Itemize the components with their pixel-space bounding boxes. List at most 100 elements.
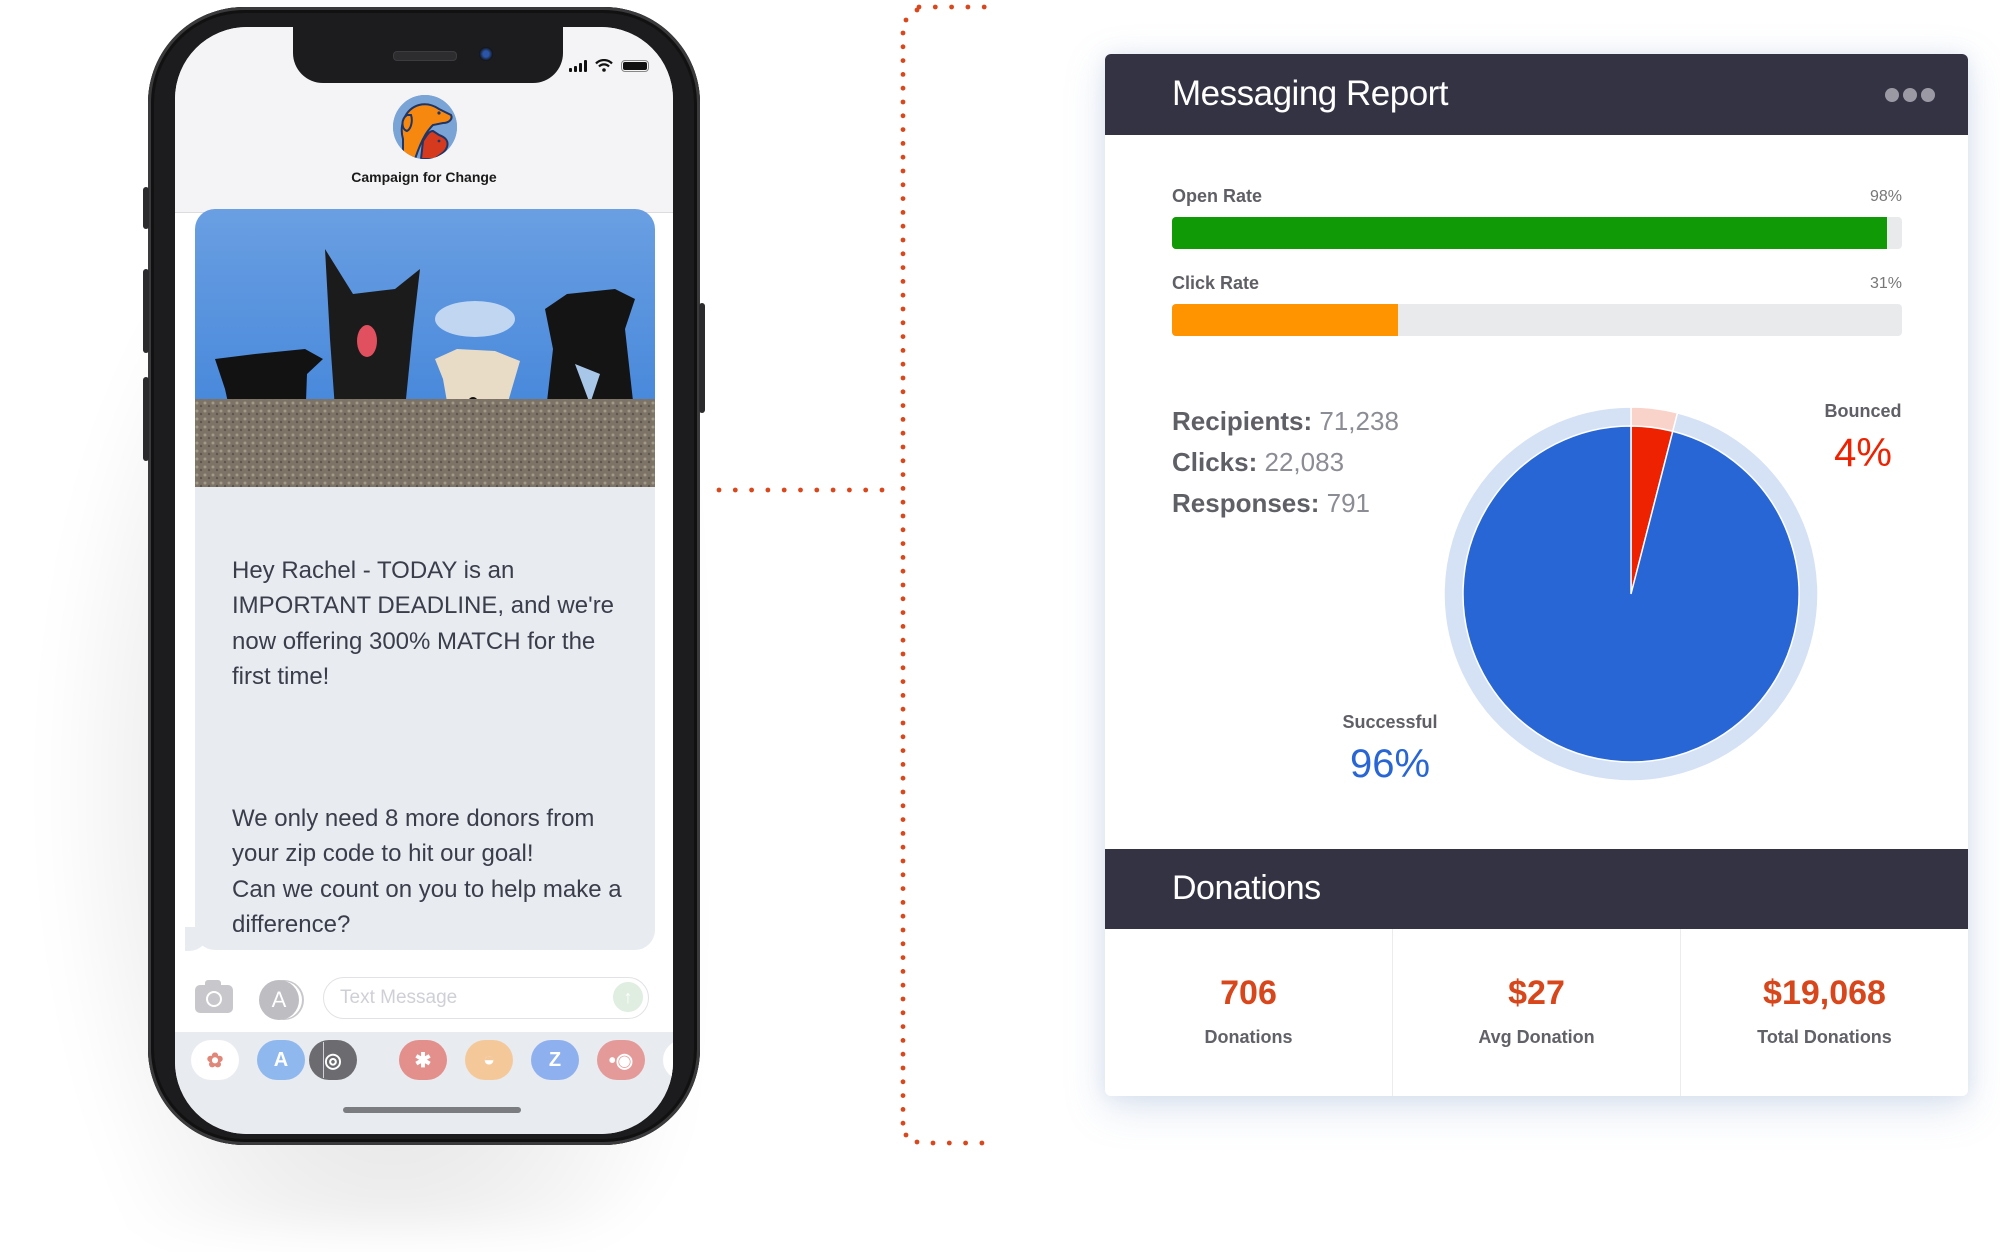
app-scale-icon[interactable]: ◒ — [465, 1040, 513, 1080]
connector-dot — [900, 499, 906, 505]
app-store-icon[interactable]: A — [259, 980, 299, 1020]
connector-dot — [900, 1079, 906, 1085]
app-drawer-divider — [323, 1042, 324, 1078]
connector-dot — [949, 4, 954, 10]
connector-dot — [716, 487, 722, 493]
connector-dot — [900, 389, 906, 395]
connector-dot — [900, 168, 906, 174]
connector-dot — [900, 679, 906, 684]
donations-header: Donations — [1105, 849, 1968, 929]
message-paragraph: Hey Rachel - TODAY is an IMPORTANT DEADL… — [232, 556, 615, 691]
connector-dot — [914, 7, 920, 13]
donations-count-label: Donations — [1204, 1027, 1293, 1047]
connector-dot — [749, 487, 754, 493]
connector-dot — [879, 487, 885, 493]
connector-dot — [900, 1010, 906, 1016]
connector-dot — [900, 320, 906, 326]
connector-dot — [900, 789, 906, 795]
connector-dot — [900, 706, 906, 712]
connector-dot — [900, 430, 906, 436]
app-music-icon[interactable]: •◉ — [597, 1040, 645, 1080]
cellular-signal-icon — [569, 60, 587, 72]
connector-dot — [900, 1065, 906, 1071]
successful-value: 96% — [1349, 742, 1431, 786]
connector-dot — [900, 1107, 906, 1112]
connector-dot — [903, 1132, 909, 1138]
notch — [293, 27, 563, 83]
connector-dot — [900, 237, 906, 243]
connector-dot — [900, 734, 906, 740]
app-activity-icon[interactable]: ◎ — [309, 1040, 357, 1080]
connector-dot — [900, 624, 906, 629]
compose-row: A Text Message ↑ — [175, 977, 673, 1022]
phone-mockup: Campaign for Change Hey Rachel - TODAY i… — [143, 7, 705, 1145]
connector-dot — [916, 4, 922, 10]
contact-avatar[interactable] — [393, 95, 457, 159]
connector-dot — [963, 1140, 968, 1146]
battery-icon — [621, 60, 649, 72]
connector-dot — [900, 334, 906, 339]
connector-dot — [900, 955, 906, 960]
connector-dot — [979, 1140, 985, 1146]
power-button — [699, 303, 705, 413]
messaging-report-panel: Messaging Report Open Rate 98% Click Rat… — [1105, 54, 1968, 1096]
connector-dot — [900, 555, 906, 560]
connector-dot — [900, 30, 906, 36]
app-more-icon[interactable]: ☐ — [663, 1040, 673, 1080]
connector-dot — [798, 487, 803, 493]
connector-dot — [900, 265, 906, 270]
connector-dot — [900, 844, 906, 850]
connector-dot — [930, 1140, 936, 1146]
camera-icon[interactable] — [195, 980, 233, 1013]
connector-dot — [900, 210, 906, 215]
connector-dot — [900, 996, 906, 1002]
app-app-store-icon[interactable]: A — [257, 1040, 305, 1080]
connector-dot — [900, 913, 906, 919]
app-zillow-icon[interactable]: Z — [531, 1040, 579, 1080]
connector-dot — [903, 17, 909, 23]
bounced-value: 4% — [1834, 431, 1892, 475]
status-bar — [569, 59, 649, 72]
phone-screen: Campaign for Change Hey Rachel - TODAY i… — [175, 27, 673, 1134]
connector-dot — [900, 361, 906, 367]
pie-slice-successful[interactable] — [1462, 425, 1800, 763]
connector-dot — [830, 487, 836, 493]
contact-name: Campaign for Change — [351, 169, 497, 185]
connector-dot — [900, 375, 906, 381]
dog-logo-icon — [393, 95, 457, 159]
connector-dot — [900, 127, 906, 132]
connector-dot — [900, 154, 906, 160]
successful-label: Successful — [1342, 712, 1438, 732]
volume-down-button — [143, 377, 149, 461]
wifi-icon — [595, 59, 613, 72]
app-yelp-icon[interactable]: ✱ — [399, 1040, 447, 1080]
connector-dot — [900, 251, 906, 257]
message-paragraph: We only need 8 more donors from your zip… — [232, 804, 622, 939]
arrow-up-icon[interactable]: ↑ — [613, 982, 643, 1012]
connector-dot — [900, 665, 906, 671]
app-photos-icon[interactable]: ✿ — [191, 1040, 239, 1080]
connector-dot — [900, 886, 906, 891]
avg-donation-value: $27 — [1508, 974, 1565, 1012]
text-message-input[interactable]: Text Message — [323, 977, 649, 1019]
connector-dot — [900, 872, 906, 878]
connector-dot — [900, 306, 906, 312]
speaker-grille — [393, 51, 457, 61]
connector-dot — [914, 1139, 920, 1145]
connector-dot — [900, 803, 906, 809]
connector-dot — [900, 596, 906, 602]
connector-dot — [900, 762, 906, 767]
connector-dot — [900, 85, 906, 91]
message-image[interactable] — [195, 209, 655, 487]
connector-dot — [932, 4, 938, 10]
donations-stats: 706 Donations $27 Avg Donation $19,068 T… — [1105, 929, 1968, 1096]
connector-dot — [900, 223, 906, 229]
mute-switch — [143, 187, 149, 229]
home-indicator[interactable] — [343, 1107, 521, 1113]
connector-dot — [900, 610, 906, 615]
connector-dot — [900, 637, 906, 643]
avg-donation-label: Avg Donation — [1478, 1027, 1595, 1047]
connector-dot — [900, 720, 906, 726]
imessage-app-drawer: ✿ A◎ ✱ ◒ Z •◉ ☐ — [175, 1032, 673, 1134]
bounced-label: Bounced — [1824, 401, 1902, 421]
